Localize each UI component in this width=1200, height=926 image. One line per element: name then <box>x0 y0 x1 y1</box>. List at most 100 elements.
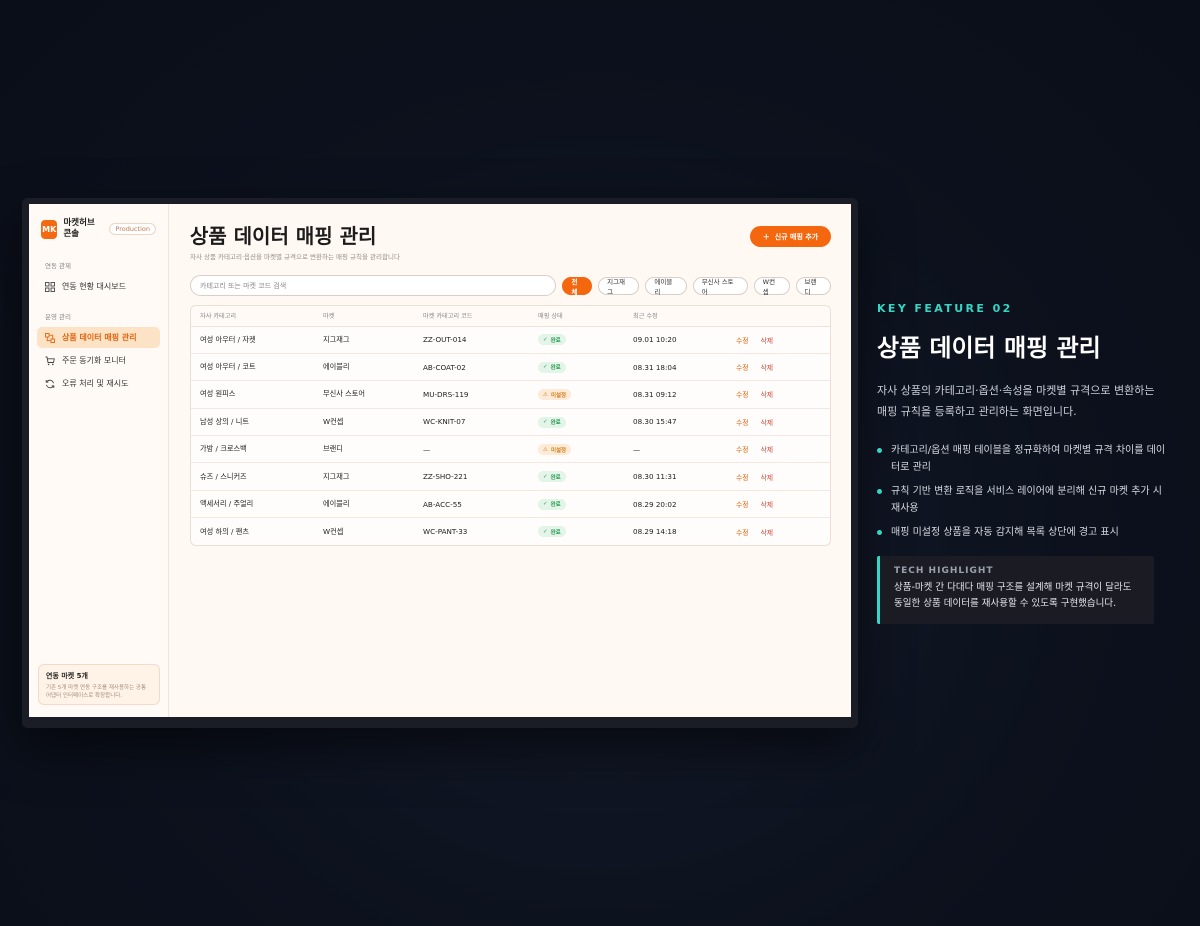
cell-market-code: — <box>414 435 529 464</box>
cell-updated: — <box>624 435 727 464</box>
delete-button[interactable]: 삭제 <box>761 391 774 399</box>
cell-actions: 수정 삭제 <box>727 326 830 354</box>
filter-chip[interactable]: 무신사 스토어 <box>692 276 748 296</box>
col-market[interactable]: 마켓 <box>314 306 414 327</box>
market-filter-group: 전체 지그재그 에이블리 무신사 스토어 W컨셉 브랜디 <box>562 276 832 296</box>
market-count-desc: 기존 5개 마켓 연동 구조를 재사용하는 공통 어댑터 인터페이스로 확장합니… <box>46 685 147 699</box>
table-header-row: 자사 카테고리 마켓 마켓 카테고리 코드 매핑 상태 최근 수정 <box>191 306 830 327</box>
filter-chip[interactable]: 브랜디 <box>795 276 832 296</box>
status-label: 완료 <box>550 502 561 509</box>
status-label: 완료 <box>550 529 561 536</box>
cell-updated: 09.01 10:20 <box>624 326 727 354</box>
filter-chip[interactable]: 지그재그 <box>598 276 640 296</box>
col-updated[interactable]: 최근 수정 <box>624 306 727 327</box>
cell-updated: 08.29 14:18 <box>633 527 677 537</box>
check-icon: ✓ <box>543 501 548 508</box>
edit-button[interactable]: 수정 <box>736 419 749 427</box>
brand[interactable]: MK 마켓허브 콘솔 Production <box>37 218 160 240</box>
feature-copy: KEY FEATURE 02 상품 데이터 매핑 관리 자사 상품의 카테고리·… <box>877 302 1167 624</box>
status-badge: ⚠ 미설정 <box>538 444 572 455</box>
cell-category: 여성 아우터 / 코트 <box>191 353 314 382</box>
app-screen: MK 마켓허브 콘솔 Production 연동 관제 연동 현황 대시보드 운… <box>29 204 851 717</box>
table-row[interactable]: 여성 아우터 / 자켓 지그재그 ZZ-OUT-014 ✓ 완료 09.01 10:20 수… <box>191 326 830 354</box>
edit-button[interactable]: 수정 <box>736 529 749 537</box>
cell-status: ✓ 완료 <box>529 518 624 545</box>
cell-market-code: AB-ACC-55 <box>414 490 529 519</box>
sidebar-item-orders[interactable]: 주문 동기화 모니터 <box>37 350 160 371</box>
cell-updated: 08.30 15:47 <box>624 408 727 437</box>
edit-button[interactable]: 수정 <box>736 446 749 454</box>
cell-updated: 08.30 11:31 <box>624 462 727 491</box>
status-label: 완료 <box>550 420 561 427</box>
status-label: 완료 <box>550 337 561 344</box>
cell-category: 남성 상의 / 니트 <box>191 408 314 437</box>
delete-button[interactable]: 삭제 <box>761 337 774 345</box>
delete-button[interactable]: 삭제 <box>761 446 774 454</box>
feature-headline: 상품 데이터 매핑 관리 <box>877 334 1101 362</box>
status-label: 완료 <box>550 365 561 372</box>
sidebar-item-dashboard[interactable]: 연동 현황 대시보드 <box>37 276 160 297</box>
search-input[interactable]: 카테고리 또는 마켓 코드 검색 <box>190 275 557 296</box>
cell-market-code: ZZ-SHO-221 <box>414 462 529 491</box>
status-badge: ✓ 완료 <box>538 361 566 373</box>
cell-actions: 수정 삭제 <box>727 353 830 382</box>
edit-button[interactable]: 수정 <box>736 364 749 372</box>
table-row[interactable]: 가방 / 크로스백 브랜디 — ⚠ 미설정 — 수정 삭제 <box>191 435 830 464</box>
delete-button[interactable]: 삭제 <box>761 364 774 372</box>
cell-updated: 08.31 09:12 <box>624 380 727 409</box>
sidebar-item-label: 상품 데이터 매핑 관리 <box>62 333 137 342</box>
sidebar-item-label: 연동 현황 대시보드 <box>62 282 126 291</box>
delete-button[interactable]: 삭제 <box>761 474 774 482</box>
delete-button[interactable]: 삭제 <box>761 501 774 509</box>
warning-icon: ⚠ <box>543 446 548 453</box>
cell-category: 여성 아우터 / 자켓 <box>191 326 314 354</box>
cell-market-code: AB-COAT-02 <box>414 353 529 382</box>
cell-category: 여성 하의 / 팬츠 <box>200 526 249 536</box>
mapping-icon <box>45 332 55 343</box>
cell-market-code: MU-DRS-119 <box>414 380 529 409</box>
col-category[interactable]: 자사 카테고리 <box>191 306 314 327</box>
cart-icon <box>45 356 55 366</box>
delete-button[interactable]: 삭제 <box>761 529 774 537</box>
cell-market-code: ZZ-OUT-014 <box>414 326 529 354</box>
sidebar-item-mapping[interactable]: 상품 데이터 매핑 관리 <box>37 327 160 348</box>
table-row[interactable]: 남성 상의 / 니트 W컨셉 WC-KNIT-07 ✓ 완료 08.30 15:47 수정 삭… <box>191 408 830 437</box>
status-badge: ✓ 완료 <box>538 498 566 510</box>
cell-actions: 수정 삭제 <box>727 435 830 464</box>
check-icon: ✓ <box>543 336 548 343</box>
tech-highlight-title: TECH HIGHLIGHT <box>894 566 994 576</box>
cell-actions: 수정 삭제 <box>727 490 830 519</box>
status-label: 미설정 <box>550 447 567 454</box>
cell-market-code: WC-KNIT-07 <box>414 408 529 437</box>
edit-button[interactable]: 수정 <box>736 391 749 399</box>
cell-status: ✓ 완료 <box>529 408 624 437</box>
filter-chip[interactable]: 전체 <box>562 276 593 296</box>
cell-actions: 수정 삭제 <box>727 380 830 409</box>
cell-market: 에이블리 <box>314 490 414 519</box>
table-row[interactable]: 여성 아우터 / 코트 에이블리 AB-COAT-02 ✓ 완료 08.31 18:04 수… <box>191 353 830 382</box>
table-row[interactable]: 슈즈 / 스니커즈 지그재그 ZZ-SHO-221 ✓ 완료 08.30 11:31 수정 삭… <box>191 462 830 491</box>
check-icon: ✓ <box>543 419 548 426</box>
filter-chip[interactable]: W컨셉 <box>753 276 790 296</box>
table-row[interactable]: 액세서리 / 주얼리 에이블리 AB-ACC-55 ✓ 완료 08.29 20:02 수정 삭… <box>191 490 830 519</box>
sidebar-item-retry[interactable]: 오류 처리 및 재시도 <box>37 373 160 394</box>
page-subtitle: 자사 상품 카테고리·옵션을 마켓별 규격으로 변환하는 매핑 규칙을 관리합니… <box>190 253 400 261</box>
cell-category: 슈즈 / 스니커즈 <box>191 462 314 491</box>
add-mapping-button[interactable]: ＋ 신규 매핑 추가 <box>750 226 831 247</box>
edit-button[interactable]: 수정 <box>736 337 749 345</box>
filter-chip[interactable]: 에이블리 <box>645 276 687 296</box>
sidebar: MK 마켓허브 콘솔 Production 연동 관제 연동 현황 대시보드 운… <box>29 204 169 717</box>
table-row[interactable]: 여성 하의 / 팬츠 W컨셉 WC-PANT-33 ✓ 완료 08.29 14:18 수정 삭… <box>191 518 830 545</box>
table-row[interactable]: 여성 원피스 무신사 스토어 MU-DRS-119 ⚠ 미설정 08.31 09:12 수정… <box>191 380 830 409</box>
cell-status: ✓ 완료 <box>529 326 624 354</box>
nav-section-monitoring: 연동 관제 <box>45 262 71 270</box>
col-market-code[interactable]: 마켓 카테고리 코드 <box>414 306 529 327</box>
check-icon: ✓ <box>543 364 548 371</box>
col-status[interactable]: 매핑 상태 <box>529 306 624 327</box>
feature-bullet: 매핑 미설정 상품을 자동 감지해 목록 상단에 경고 표시 <box>877 524 1167 541</box>
edit-button[interactable]: 수정 <box>736 501 749 509</box>
edit-button[interactable]: 수정 <box>736 474 749 482</box>
feature-bullets: 카테고리/옵션 매핑 테이블을 정규화하여 마켓별 규격 차이를 데이터로 관리… <box>877 442 1167 541</box>
status-badge: ✓ 완료 <box>538 471 566 483</box>
delete-button[interactable]: 삭제 <box>761 419 774 427</box>
